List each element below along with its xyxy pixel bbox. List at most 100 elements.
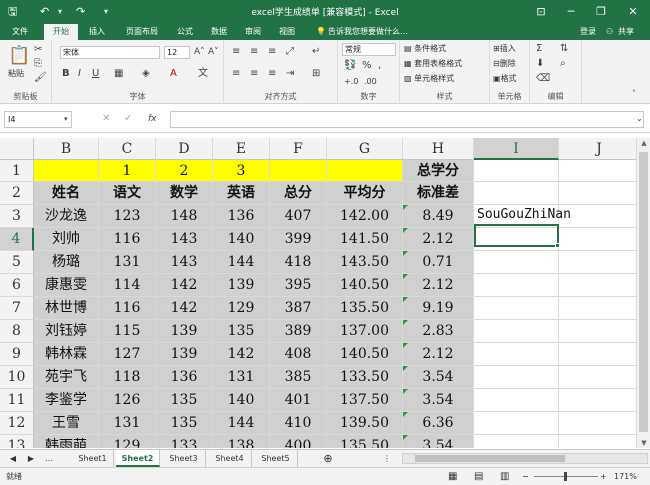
cell-g8[interactable]: 137.00 xyxy=(327,320,403,343)
clear-icon[interactable]: ⌫ xyxy=(536,73,550,85)
cell-f4[interactable]: 399 xyxy=(270,228,327,251)
cell-j13[interactable] xyxy=(559,435,640,448)
cell-e5[interactable]: 144 xyxy=(213,251,270,274)
cell-g6[interactable]: 140.50 xyxy=(327,274,403,297)
cell-f2[interactable]: 总分 xyxy=(270,182,327,205)
formula-input[interactable] xyxy=(170,111,644,128)
zoom-out-icon[interactable]: − xyxy=(522,468,529,485)
cell-h13[interactable]: 3.54 xyxy=(403,435,474,448)
cell-g11[interactable]: 137.50 xyxy=(327,389,403,412)
cell-j2[interactable] xyxy=(559,182,640,205)
column-header-b[interactable]: B xyxy=(34,138,99,160)
cell-j6[interactable] xyxy=(559,274,640,297)
horizontal-scroll-thumb[interactable] xyxy=(415,455,565,462)
cell-i2[interactable] xyxy=(474,182,559,205)
column-header-f[interactable]: F xyxy=(270,138,327,160)
more-sheets-icon[interactable]: … xyxy=(42,450,56,467)
cell-e4[interactable]: 140 xyxy=(213,228,270,251)
cell-e7[interactable]: 129 xyxy=(213,297,270,320)
zoom-level[interactable]: 171% xyxy=(614,468,637,485)
fill-handle[interactable] xyxy=(555,243,560,248)
sort-filter-icon[interactable]: ⇅ xyxy=(560,43,568,55)
cell-c12[interactable]: 131 xyxy=(99,412,156,435)
tab-home[interactable]: 开始 xyxy=(44,24,78,40)
cell-h11[interactable]: 3.54 xyxy=(403,389,474,412)
cell-d10[interactable]: 136 xyxy=(156,366,213,389)
zoom-in-icon[interactable]: + xyxy=(600,468,607,485)
cell-f1[interactable] xyxy=(270,160,327,182)
cell-f5[interactable]: 418 xyxy=(270,251,327,274)
cell-i6[interactable] xyxy=(474,274,559,297)
cell-f3[interactable]: 407 xyxy=(270,205,327,228)
vertical-scrollbar[interactable]: ▲ ▼ xyxy=(636,138,650,448)
collapse-ribbon-icon[interactable]: ˄ xyxy=(632,88,636,100)
cell-j1[interactable] xyxy=(559,160,640,182)
cell-g10[interactable]: 133.50 xyxy=(327,366,403,389)
cell-i12[interactable] xyxy=(474,412,559,435)
cell-f10[interactable]: 385 xyxy=(270,366,327,389)
cell-h6[interactable]: 2.12 xyxy=(403,274,474,297)
cell-g7[interactable]: 135.50 xyxy=(327,297,403,320)
cell-j10[interactable] xyxy=(559,366,640,389)
cell-g12[interactable]: 139.50 xyxy=(327,412,403,435)
cell-i8[interactable] xyxy=(474,320,559,343)
cell-c8[interactable]: 115 xyxy=(99,320,156,343)
cell-e6[interactable]: 139 xyxy=(213,274,270,297)
column-header-j[interactable]: J xyxy=(559,138,640,160)
cell-i5[interactable] xyxy=(474,251,559,274)
ribbon-display-icon[interactable]: ⊡ xyxy=(530,3,552,21)
cell-c1[interactable]: 1 xyxy=(99,160,156,182)
cell-b8[interactable]: 刘钰婷 xyxy=(34,320,99,343)
cell-b5[interactable]: 杨璐 xyxy=(34,251,99,274)
delete-cells-button[interactable]: ⊟删除 xyxy=(493,58,516,70)
cell-j7[interactable] xyxy=(559,297,640,320)
sheet-tab-3[interactable]: Sheet3 xyxy=(162,450,206,467)
fill-color-icon[interactable]: ◈ xyxy=(142,68,150,80)
percent-icon[interactable]: % xyxy=(362,60,372,72)
name-box[interactable]: I4 xyxy=(4,111,72,128)
fill-icon[interactable]: ⬇ xyxy=(536,58,544,70)
cell-e8[interactable]: 135 xyxy=(213,320,270,343)
align-right-icon[interactable]: ≡ xyxy=(268,68,276,80)
cell-i13[interactable] xyxy=(474,435,559,448)
paste-button[interactable]: 粘贴 xyxy=(8,68,24,80)
cell-b4[interactable]: 刘帅 xyxy=(34,228,99,251)
cell-d7[interactable]: 142 xyxy=(156,297,213,320)
cell-j3[interactable] xyxy=(559,205,640,228)
underline-icon[interactable]: U xyxy=(92,68,99,80)
cell-d4[interactable]: 143 xyxy=(156,228,213,251)
add-sheet-icon[interactable]: ⊕ xyxy=(320,450,336,467)
cell-d11[interactable]: 135 xyxy=(156,389,213,412)
column-header-g[interactable]: G xyxy=(327,138,403,160)
cell-h1[interactable]: 总学分 xyxy=(403,160,474,182)
cell-g3[interactable]: 142.00 xyxy=(327,205,403,228)
row-header-12[interactable]: 12 xyxy=(0,412,34,435)
close-icon[interactable]: ✕ xyxy=(622,3,644,21)
cell-j9[interactable] xyxy=(559,343,640,366)
cell-i3-text[interactable]: SouGouZhiNan xyxy=(477,207,571,222)
cell-i7[interactable] xyxy=(474,297,559,320)
zoom-slider-thumb[interactable] xyxy=(564,472,567,481)
vertical-scroll-thumb[interactable] xyxy=(639,152,648,432)
row-header-3[interactable]: 3 xyxy=(0,205,34,228)
cell-e13[interactable]: 138 xyxy=(213,435,270,448)
cell-g1[interactable] xyxy=(327,160,403,182)
cell-c7[interactable]: 116 xyxy=(99,297,156,320)
tab-insert[interactable]: 插入 xyxy=(80,24,114,40)
shrink-font-icon[interactable]: A˅ xyxy=(208,46,219,58)
cell-g13[interactable]: 135.50 xyxy=(327,435,403,448)
cell-j12[interactable] xyxy=(559,412,640,435)
page-layout-view-icon[interactable]: ▤ xyxy=(474,468,483,485)
cell-d5[interactable]: 143 xyxy=(156,251,213,274)
tell-me-search[interactable]: 告诉我您想要做什么... xyxy=(328,24,408,40)
insert-function-icon[interactable]: fx xyxy=(148,113,157,125)
cell-d13[interactable]: 133 xyxy=(156,435,213,448)
cell-e11[interactable]: 140 xyxy=(213,389,270,412)
cell-h10[interactable]: 3.54 xyxy=(403,366,474,389)
cell-e1[interactable]: 3 xyxy=(213,160,270,182)
cell-g9[interactable]: 140.50 xyxy=(327,343,403,366)
prev-sheet-icon[interactable]: ◀ xyxy=(6,450,20,467)
tab-review[interactable]: 审阅 xyxy=(238,24,268,40)
tab-split-handle-icon[interactable]: ⋮ xyxy=(380,450,394,467)
name-box-dropdown-icon[interactable]: ▾ xyxy=(64,113,68,125)
